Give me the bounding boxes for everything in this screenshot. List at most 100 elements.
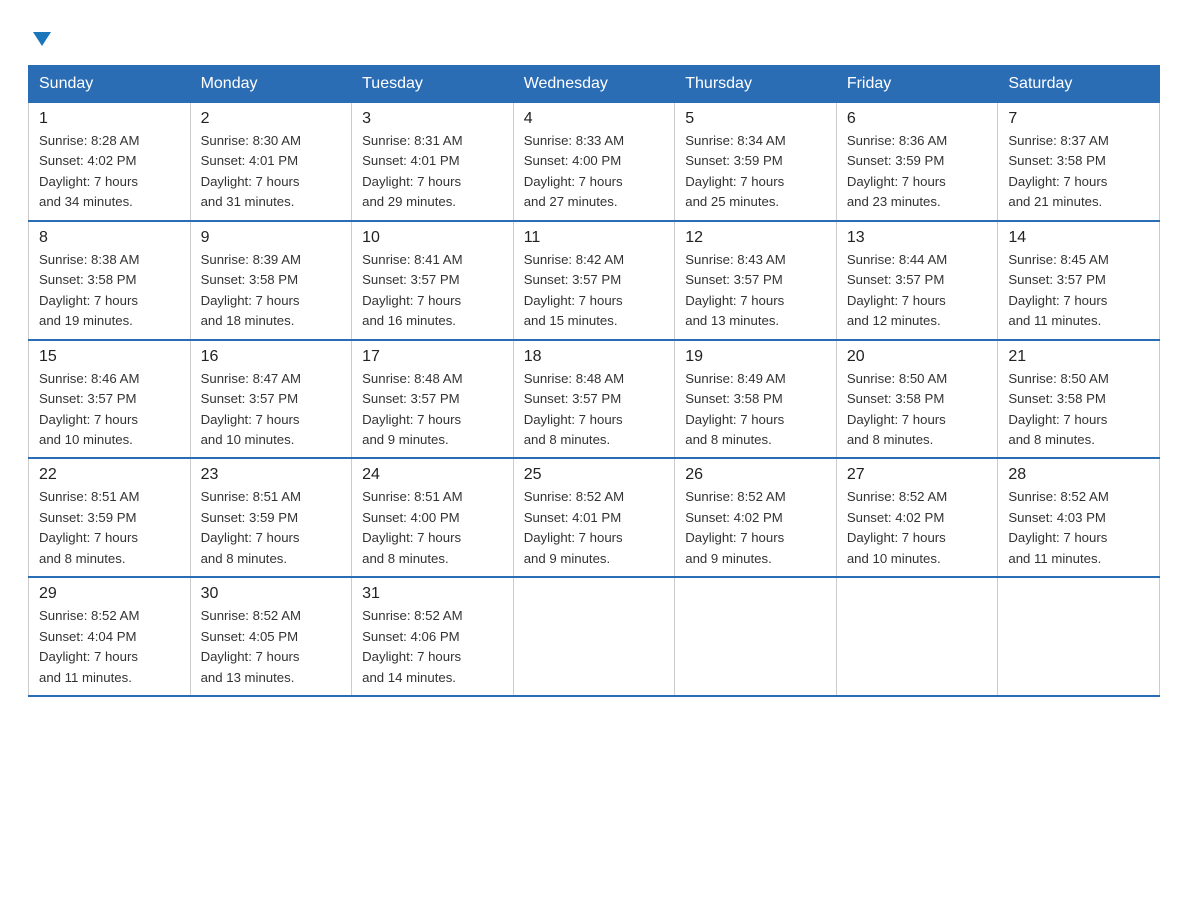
day-info: Sunrise: 8:51 AMSunset: 3:59 PMDaylight:… (39, 489, 139, 565)
calendar-header-monday: Monday (190, 66, 352, 103)
day-info: Sunrise: 8:44 AMSunset: 3:57 PMDaylight:… (847, 252, 947, 328)
calendar-week-row: 29 Sunrise: 8:52 AMSunset: 4:04 PMDaylig… (29, 577, 1160, 696)
logo (28, 24, 53, 51)
day-number: 11 (524, 229, 667, 247)
day-info: Sunrise: 8:43 AMSunset: 3:57 PMDaylight:… (685, 252, 785, 328)
calendar-cell (675, 577, 837, 696)
day-info: Sunrise: 8:41 AMSunset: 3:57 PMDaylight:… (362, 252, 462, 328)
day-number: 20 (847, 348, 990, 366)
day-number: 4 (524, 110, 667, 128)
calendar-cell: 29 Sunrise: 8:52 AMSunset: 4:04 PMDaylig… (29, 577, 191, 696)
calendar-header-saturday: Saturday (998, 66, 1160, 103)
day-info: Sunrise: 8:51 AMSunset: 4:00 PMDaylight:… (362, 489, 462, 565)
calendar-cell: 16 Sunrise: 8:47 AMSunset: 3:57 PMDaylig… (190, 340, 352, 459)
day-info: Sunrise: 8:52 AMSunset: 4:05 PMDaylight:… (201, 608, 301, 684)
calendar-header-friday: Friday (836, 66, 998, 103)
day-number: 9 (201, 229, 344, 247)
day-info: Sunrise: 8:33 AMSunset: 4:00 PMDaylight:… (524, 133, 624, 209)
calendar-cell: 24 Sunrise: 8:51 AMSunset: 4:00 PMDaylig… (352, 458, 514, 577)
calendar-cell: 14 Sunrise: 8:45 AMSunset: 3:57 PMDaylig… (998, 221, 1160, 340)
day-number: 8 (39, 229, 182, 247)
day-number: 28 (1008, 466, 1151, 484)
day-number: 25 (524, 466, 667, 484)
calendar-cell: 28 Sunrise: 8:52 AMSunset: 4:03 PMDaylig… (998, 458, 1160, 577)
calendar-cell: 30 Sunrise: 8:52 AMSunset: 4:05 PMDaylig… (190, 577, 352, 696)
day-number: 29 (39, 585, 182, 603)
calendar-cell: 1 Sunrise: 8:28 AMSunset: 4:02 PMDayligh… (29, 102, 191, 221)
calendar-week-row: 22 Sunrise: 8:51 AMSunset: 3:59 PMDaylig… (29, 458, 1160, 577)
day-info: Sunrise: 8:48 AMSunset: 3:57 PMDaylight:… (524, 371, 624, 447)
day-info: Sunrise: 8:52 AMSunset: 4:06 PMDaylight:… (362, 608, 462, 684)
calendar-cell: 9 Sunrise: 8:39 AMSunset: 3:58 PMDayligh… (190, 221, 352, 340)
calendar-cell: 20 Sunrise: 8:50 AMSunset: 3:58 PMDaylig… (836, 340, 998, 459)
day-number: 12 (685, 229, 828, 247)
calendar-header-row: SundayMondayTuesdayWednesdayThursdayFrid… (29, 66, 1160, 103)
calendar-table: SundayMondayTuesdayWednesdayThursdayFrid… (28, 65, 1160, 697)
day-info: Sunrise: 8:49 AMSunset: 3:58 PMDaylight:… (685, 371, 785, 447)
calendar-week-row: 1 Sunrise: 8:28 AMSunset: 4:02 PMDayligh… (29, 102, 1160, 221)
day-info: Sunrise: 8:52 AMSunset: 4:02 PMDaylight:… (847, 489, 947, 565)
calendar-cell (836, 577, 998, 696)
calendar-cell: 10 Sunrise: 8:41 AMSunset: 3:57 PMDaylig… (352, 221, 514, 340)
day-info: Sunrise: 8:45 AMSunset: 3:57 PMDaylight:… (1008, 252, 1108, 328)
calendar-cell: 17 Sunrise: 8:48 AMSunset: 3:57 PMDaylig… (352, 340, 514, 459)
calendar-cell: 25 Sunrise: 8:52 AMSunset: 4:01 PMDaylig… (513, 458, 675, 577)
day-number: 2 (201, 110, 344, 128)
day-number: 31 (362, 585, 505, 603)
calendar-cell: 8 Sunrise: 8:38 AMSunset: 3:58 PMDayligh… (29, 221, 191, 340)
day-number: 13 (847, 229, 990, 247)
day-info: Sunrise: 8:38 AMSunset: 3:58 PMDaylight:… (39, 252, 139, 328)
day-info: Sunrise: 8:52 AMSunset: 4:01 PMDaylight:… (524, 489, 624, 565)
day-number: 5 (685, 110, 828, 128)
day-number: 27 (847, 466, 990, 484)
calendar-cell: 7 Sunrise: 8:37 AMSunset: 3:58 PMDayligh… (998, 102, 1160, 221)
day-info: Sunrise: 8:36 AMSunset: 3:59 PMDaylight:… (847, 133, 947, 209)
day-number: 7 (1008, 110, 1151, 128)
day-number: 21 (1008, 348, 1151, 366)
calendar-header-thursday: Thursday (675, 66, 837, 103)
calendar-cell: 4 Sunrise: 8:33 AMSunset: 4:00 PMDayligh… (513, 102, 675, 221)
calendar-cell (998, 577, 1160, 696)
day-info: Sunrise: 8:52 AMSunset: 4:02 PMDaylight:… (685, 489, 785, 565)
day-number: 3 (362, 110, 505, 128)
day-number: 19 (685, 348, 828, 366)
day-info: Sunrise: 8:50 AMSunset: 3:58 PMDaylight:… (1008, 371, 1108, 447)
day-number: 1 (39, 110, 182, 128)
day-number: 16 (201, 348, 344, 366)
day-number: 26 (685, 466, 828, 484)
day-info: Sunrise: 8:48 AMSunset: 3:57 PMDaylight:… (362, 371, 462, 447)
calendar-cell: 27 Sunrise: 8:52 AMSunset: 4:02 PMDaylig… (836, 458, 998, 577)
calendar-cell: 13 Sunrise: 8:44 AMSunset: 3:57 PMDaylig… (836, 221, 998, 340)
calendar-cell: 18 Sunrise: 8:48 AMSunset: 3:57 PMDaylig… (513, 340, 675, 459)
day-info: Sunrise: 8:30 AMSunset: 4:01 PMDaylight:… (201, 133, 301, 209)
calendar-cell: 6 Sunrise: 8:36 AMSunset: 3:59 PMDayligh… (836, 102, 998, 221)
day-info: Sunrise: 8:34 AMSunset: 3:59 PMDaylight:… (685, 133, 785, 209)
day-number: 24 (362, 466, 505, 484)
day-number: 14 (1008, 229, 1151, 247)
day-info: Sunrise: 8:37 AMSunset: 3:58 PMDaylight:… (1008, 133, 1108, 209)
day-info: Sunrise: 8:47 AMSunset: 3:57 PMDaylight:… (201, 371, 301, 447)
day-info: Sunrise: 8:52 AMSunset: 4:04 PMDaylight:… (39, 608, 139, 684)
calendar-cell: 3 Sunrise: 8:31 AMSunset: 4:01 PMDayligh… (352, 102, 514, 221)
day-number: 17 (362, 348, 505, 366)
day-info: Sunrise: 8:52 AMSunset: 4:03 PMDaylight:… (1008, 489, 1108, 565)
calendar-cell: 19 Sunrise: 8:49 AMSunset: 3:58 PMDaylig… (675, 340, 837, 459)
day-number: 30 (201, 585, 344, 603)
day-number: 18 (524, 348, 667, 366)
calendar-cell: 5 Sunrise: 8:34 AMSunset: 3:59 PMDayligh… (675, 102, 837, 221)
day-number: 10 (362, 229, 505, 247)
day-number: 23 (201, 466, 344, 484)
calendar-cell: 15 Sunrise: 8:46 AMSunset: 3:57 PMDaylig… (29, 340, 191, 459)
calendar-cell: 12 Sunrise: 8:43 AMSunset: 3:57 PMDaylig… (675, 221, 837, 340)
day-info: Sunrise: 8:51 AMSunset: 3:59 PMDaylight:… (201, 489, 301, 565)
calendar-cell: 23 Sunrise: 8:51 AMSunset: 3:59 PMDaylig… (190, 458, 352, 577)
calendar-cell: 2 Sunrise: 8:30 AMSunset: 4:01 PMDayligh… (190, 102, 352, 221)
day-info: Sunrise: 8:28 AMSunset: 4:02 PMDaylight:… (39, 133, 139, 209)
calendar-cell: 26 Sunrise: 8:52 AMSunset: 4:02 PMDaylig… (675, 458, 837, 577)
day-number: 22 (39, 466, 182, 484)
logo-arrow-icon (31, 24, 53, 57)
calendar-header-wednesday: Wednesday (513, 66, 675, 103)
calendar-cell: 31 Sunrise: 8:52 AMSunset: 4:06 PMDaylig… (352, 577, 514, 696)
logo-general-line (28, 24, 53, 57)
page-header (28, 24, 1160, 51)
